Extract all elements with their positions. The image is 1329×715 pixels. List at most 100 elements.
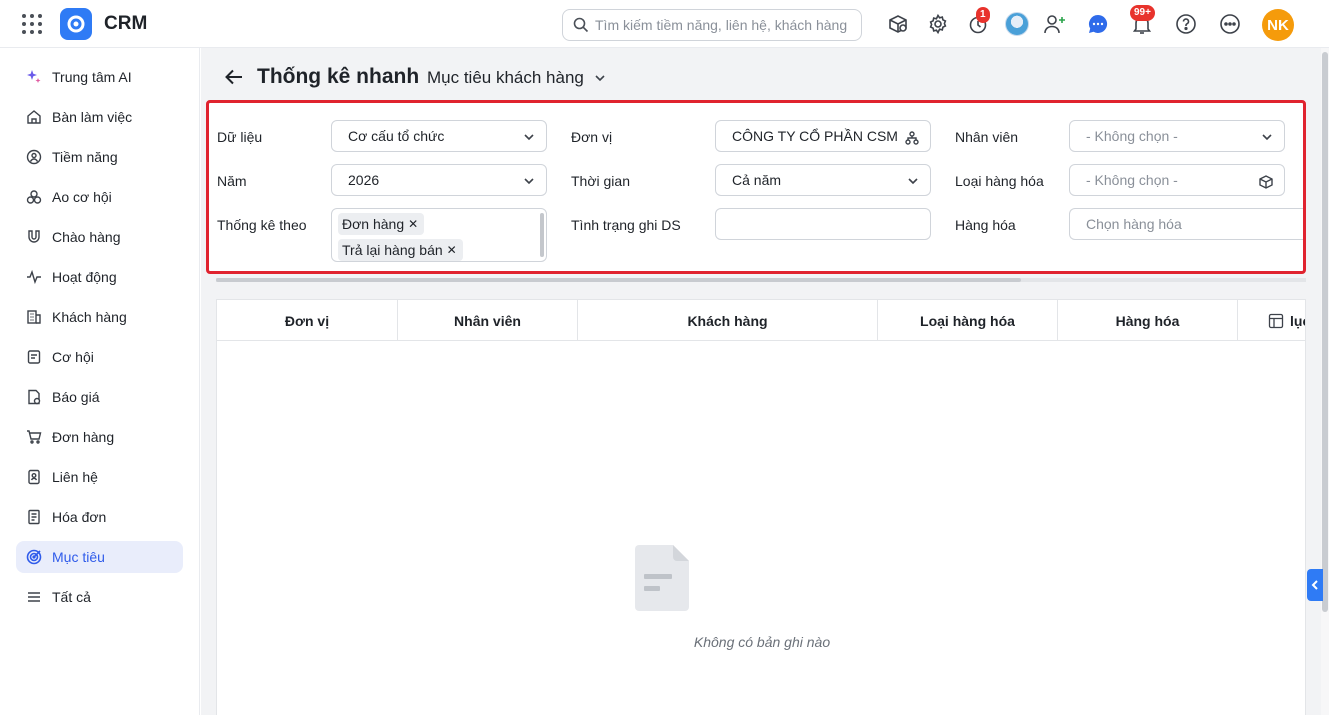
sidebar-item-magnet[interactable]: Chào hàng	[16, 221, 183, 253]
sidebar-item-label: Bàn làm việc	[52, 109, 133, 125]
column-header-product[interactable]: Hàng hóa	[1058, 300, 1238, 341]
sidebar-item-invoice[interactable]: Hóa đơn	[16, 501, 183, 533]
period-select[interactable]: Cả năm	[715, 164, 931, 196]
chevron-down-icon	[524, 134, 534, 141]
sidebar-item-menu[interactable]: Tất cả	[16, 581, 183, 613]
horizontal-scrollbar[interactable]	[216, 278, 1306, 282]
page-scrollbar-thumb[interactable]	[1322, 52, 1328, 612]
chevron-left-icon	[1311, 580, 1318, 590]
sidebar-item-label: Trung tâm AI	[52, 69, 132, 85]
menu-icon	[26, 589, 42, 605]
column-settings[interactable]: lục	[1238, 300, 1305, 341]
gear-icon[interactable]	[926, 12, 950, 36]
employee-placeholder: - Không chọn -	[1086, 128, 1178, 144]
global-search[interactable]	[562, 9, 862, 41]
sidebar-item-label: Báo giá	[52, 389, 100, 405]
panel-toggle-button[interactable]	[1307, 569, 1323, 601]
chevron-down-icon	[1262, 134, 1272, 141]
column-header-unit[interactable]: Đơn vị	[217, 300, 398, 341]
user-avatar[interactable]: NK	[1262, 9, 1294, 41]
box-search-icon[interactable]	[886, 12, 910, 36]
contact-icon	[26, 469, 42, 485]
year-value: 2026	[348, 172, 380, 188]
sidebar-item-pool[interactable]: Ao cơ hội	[16, 181, 183, 213]
home-icon	[26, 109, 42, 125]
app-grid-icon[interactable]	[20, 12, 44, 36]
close-icon[interactable]: ✕	[447, 243, 457, 257]
building-icon	[26, 309, 42, 325]
sidebar-item-label: Tiềm năng	[52, 149, 118, 165]
sidebar-item-prospect[interactable]: Tiềm năng	[16, 141, 183, 173]
quote-icon	[26, 389, 42, 405]
product-type-placeholder: - Không chọn -	[1086, 172, 1178, 188]
sidebar-item-label: Tất cả	[52, 589, 91, 605]
help-icon[interactable]	[1174, 12, 1198, 36]
sidebar-item-target[interactable]: Mục tiêu	[16, 541, 183, 573]
sidebar-item-label: Mục tiêu	[52, 549, 105, 565]
sidebar-item-label: Cơ hội	[52, 349, 94, 365]
product-placeholder: Chọn hàng hóa	[1086, 216, 1182, 232]
revenue-status-select[interactable]	[715, 208, 931, 240]
sidebar-item-quote[interactable]: Báo giá	[16, 381, 183, 413]
sidebar-item-activity[interactable]: Hoạt động	[16, 261, 183, 293]
app-name: CRM	[104, 13, 148, 34]
year-select[interactable]: 2026	[331, 164, 547, 196]
org-tree-icon	[905, 131, 919, 145]
period-value: Cả năm	[732, 172, 782, 188]
target-icon	[26, 549, 42, 565]
empty-document-icon	[635, 545, 689, 611]
revenue-status-label: Tình trạng ghi DS	[571, 217, 681, 233]
table-header: Đơn vị Nhân viên Khách hàng Loại hàng hó…	[217, 300, 1305, 341]
search-icon	[573, 17, 589, 33]
close-icon[interactable]: ✕	[408, 217, 418, 231]
profile-picture-icon[interactable]	[1005, 12, 1029, 36]
sidebar-item-label: Hóa đơn	[52, 509, 107, 525]
report-type-label: Mục tiêu khách hàng	[427, 68, 584, 87]
add-user-icon[interactable]	[1043, 12, 1067, 36]
group-by-tag: Trả lại hàng bán ✕	[338, 239, 463, 261]
main-content: Thống kê nhanh Mục tiêu khách hàng Dữ li…	[201, 48, 1321, 715]
unit-value: CÔNG TY CỔ PHẦN CSM	[732, 128, 898, 144]
box-search-icon	[1259, 175, 1273, 189]
crm-logo-icon[interactable]	[60, 8, 92, 40]
sidebar: Trung tâm AI Bàn làm việc Tiềm năng Ao cơ h…	[0, 48, 200, 715]
sidebar-item-opportunity[interactable]: Cơ hội	[16, 341, 183, 373]
scrollbar-thumb[interactable]	[216, 278, 1021, 282]
sidebar-item-label: Đơn hàng	[52, 429, 115, 445]
sidebar-item-building[interactable]: Khách hàng	[16, 301, 183, 333]
sparkle-icon	[26, 69, 42, 85]
column-header-employee[interactable]: Nhân viên	[398, 300, 578, 341]
report-type-dropdown[interactable]: Mục tiêu khách hàng	[427, 68, 606, 88]
more-icon[interactable]	[1218, 12, 1242, 36]
cart-icon	[26, 429, 42, 445]
timer-badge: 1	[976, 7, 990, 23]
column-header-product-type[interactable]: Loại hàng hóa	[878, 300, 1058, 341]
tags-scrollbar[interactable]	[540, 213, 544, 257]
unit-label: Đơn vị	[571, 129, 613, 145]
period-label: Thời gian	[571, 173, 630, 189]
chat-icon[interactable]	[1086, 12, 1110, 36]
sidebar-item-contact[interactable]: Liên hệ	[16, 461, 183, 493]
data-source-value: Cơ cấu tổ chức	[348, 128, 445, 144]
column-header-customer[interactable]: Khách hàng	[578, 300, 878, 341]
product-type-select[interactable]: - Không chọn -	[1069, 164, 1285, 196]
data-source-select[interactable]: Cơ cấu tổ chức	[331, 120, 547, 152]
data-source-label: Dữ liệu	[217, 129, 263, 145]
sidebar-item-home[interactable]: Bàn làm việc	[16, 101, 183, 133]
group-by-tag-label: Đơn hàng	[342, 216, 405, 232]
employee-select[interactable]: - Không chọn -	[1069, 120, 1285, 152]
sidebar-item-label: Ao cơ hội	[52, 189, 112, 205]
product-type-label: Loại hàng hóa	[955, 173, 1044, 189]
search-input[interactable]	[595, 17, 855, 33]
group-by-label: Thống kê theo	[217, 217, 307, 233]
results-table: Đơn vị Nhân viên Khách hàng Loại hàng hó…	[216, 299, 1306, 715]
sidebar-item-cart[interactable]: Đơn hàng	[16, 421, 183, 453]
product-select[interactable]: Chọn hàng hóa	[1069, 208, 1303, 240]
chevron-down-icon	[908, 178, 918, 185]
group-by-multiselect[interactable]: Đơn hàng ✕ Trả lại hàng bán ✕	[331, 208, 547, 262]
sidebar-item-sparkle[interactable]: Trung tâm AI	[16, 61, 183, 93]
employee-label: Nhân viên	[955, 129, 1019, 145]
group-by-tag: Đơn hàng ✕	[338, 213, 425, 235]
unit-select[interactable]: CÔNG TY CỔ PHẦN CSM	[715, 120, 931, 152]
back-arrow-icon[interactable]	[223, 66, 245, 88]
